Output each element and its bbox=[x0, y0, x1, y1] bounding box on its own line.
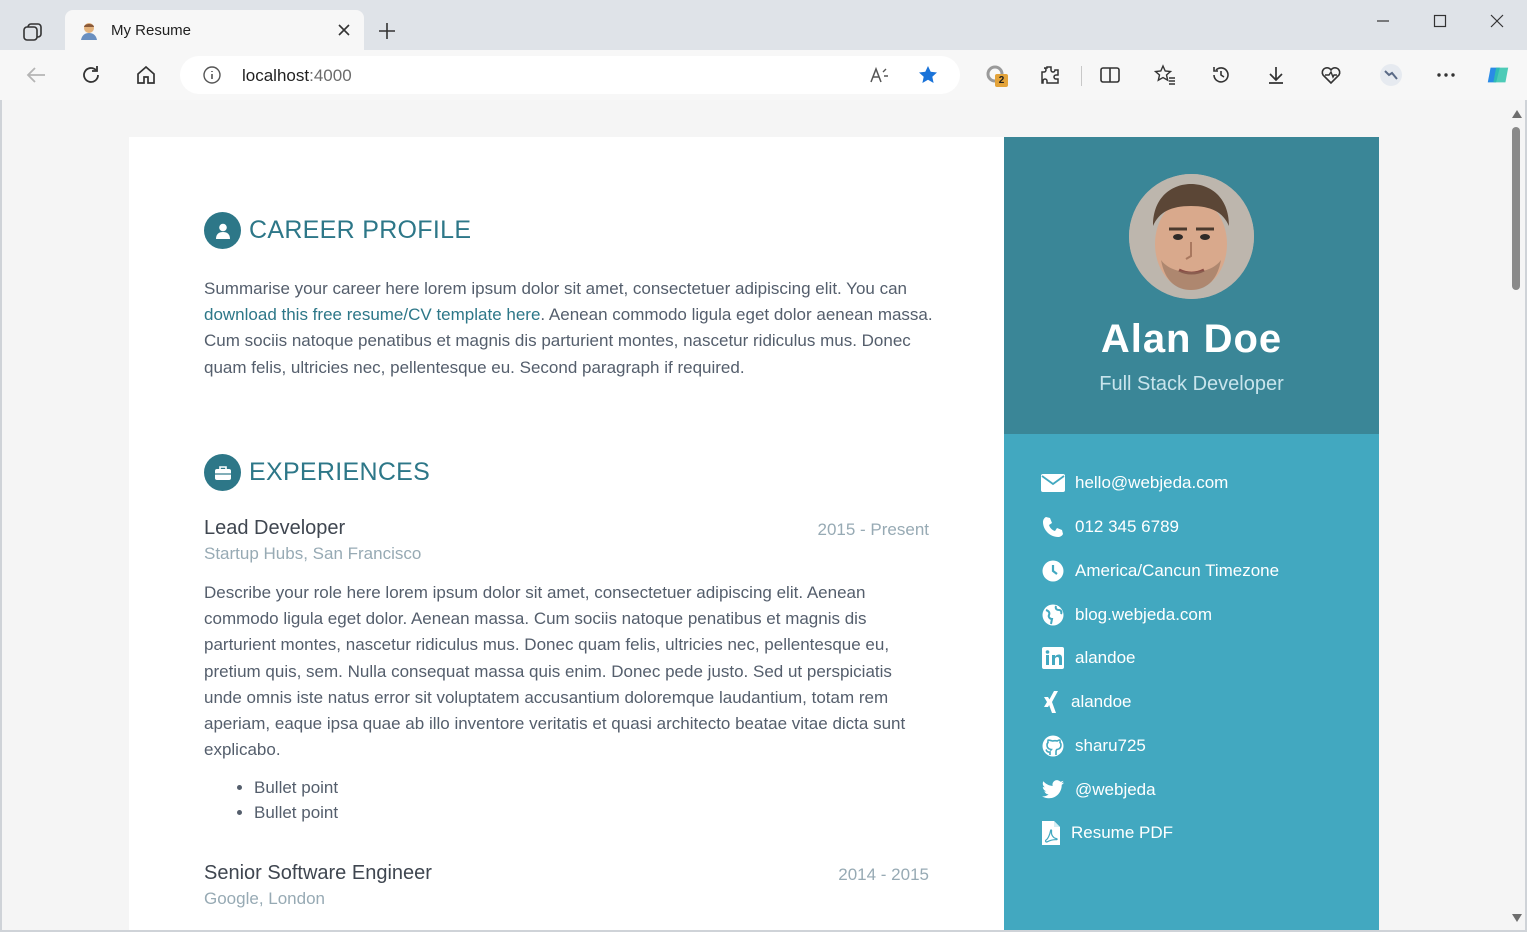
twitter-icon bbox=[1041, 778, 1065, 802]
downloads-icon[interactable] bbox=[1263, 62, 1289, 88]
section-title: EXPERIENCES bbox=[249, 458, 431, 486]
contact-linkedin[interactable]: alandoe bbox=[1041, 646, 1136, 670]
contact-github[interactable]: sharu725 bbox=[1041, 734, 1146, 758]
job-title: Senior Software Engineer bbox=[204, 862, 432, 884]
vertical-scrollbar[interactable] bbox=[1507, 100, 1525, 930]
contact-phone[interactable]: 012 345 6789 bbox=[1041, 515, 1179, 539]
address-bar[interactable]: localhost:4000 bbox=[180, 56, 960, 94]
tab-strip: My Resume bbox=[0, 0, 1527, 51]
avatar bbox=[1129, 174, 1254, 299]
contact-email[interactable]: hello@webjeda.com bbox=[1041, 471, 1228, 495]
section-title: CAREER PROFILE bbox=[249, 216, 472, 244]
sidebar: Alan Doe Full Stack Developer hello@webj… bbox=[1004, 137, 1379, 930]
performance-heart-icon[interactable] bbox=[1318, 62, 1344, 88]
read-aloud-icon[interactable] bbox=[868, 64, 890, 86]
contact-xing[interactable]: alandoe bbox=[1041, 690, 1132, 714]
profile-name: Alan Doe bbox=[1100, 317, 1283, 361]
extensions-icon[interactable] bbox=[1037, 62, 1063, 88]
copilot-icon[interactable] bbox=[1485, 62, 1511, 88]
address-text[interactable]: localhost:4000 bbox=[242, 66, 352, 86]
experiences-heading: EXPERIENCES bbox=[204, 454, 430, 491]
new-tab-icon[interactable] bbox=[374, 18, 400, 44]
phone-icon bbox=[1041, 515, 1065, 539]
list-item: Bullet point bbox=[254, 800, 338, 825]
extension-badge: 2 bbox=[995, 74, 1008, 87]
page-viewport: CAREER PROFILE Summarise your career her… bbox=[2, 100, 1525, 930]
scroll-thumb[interactable] bbox=[1512, 127, 1520, 290]
favorites-icon[interactable] bbox=[1152, 62, 1178, 88]
globe-icon bbox=[1041, 603, 1065, 627]
home-icon[interactable] bbox=[133, 62, 159, 88]
extension-shield-icon[interactable]: 2 bbox=[983, 62, 1009, 88]
scroll-up-arrow-icon[interactable] bbox=[1512, 110, 1522, 118]
browser-toolbar: localhost:4000 2 bbox=[0, 50, 1527, 100]
profile-avatar-icon[interactable] bbox=[1378, 62, 1404, 88]
active-tab[interactable]: My Resume bbox=[65, 10, 364, 51]
job-time: 2014 - 2015 bbox=[838, 865, 929, 884]
user-icon bbox=[204, 212, 241, 249]
close-window-icon[interactable] bbox=[1484, 8, 1510, 34]
briefcase-icon bbox=[204, 454, 241, 491]
pdf-icon bbox=[1041, 821, 1061, 845]
profile-header: Alan Doe Full Stack Developer bbox=[1004, 137, 1379, 434]
career-profile-heading: CAREER PROFILE bbox=[204, 212, 471, 249]
linkedin-icon bbox=[1041, 646, 1065, 670]
envelope-icon bbox=[1041, 471, 1065, 495]
split-screen-icon[interactable] bbox=[1097, 62, 1123, 88]
job-company: Google, London bbox=[204, 889, 325, 908]
tab-close-icon[interactable] bbox=[334, 20, 354, 40]
contact-timezone[interactable]: America/Cancun Timezone bbox=[1041, 559, 1279, 583]
back-arrow-icon[interactable] bbox=[23, 62, 49, 88]
avatar-favicon-icon bbox=[79, 21, 99, 41]
site-info-icon[interactable] bbox=[202, 65, 222, 85]
job-title: Lead Developer bbox=[204, 517, 346, 539]
clock-icon bbox=[1041, 559, 1065, 583]
contact-website[interactable]: blog.webjeda.com bbox=[1041, 603, 1212, 627]
download-template-link[interactable]: download this free resume/CV template he… bbox=[204, 305, 540, 324]
profile-tagline: Full Stack Developer bbox=[1099, 373, 1284, 395]
career-summary: Summarise your career here lorem ipsum d… bbox=[204, 279, 933, 377]
github-icon bbox=[1041, 734, 1065, 758]
job-company: Startup Hubs, San Francisco bbox=[204, 544, 422, 563]
minimize-icon[interactable] bbox=[1370, 8, 1396, 34]
job-bullets: Bullet point Bullet point bbox=[254, 775, 338, 825]
main-column: CAREER PROFILE Summarise your career her… bbox=[129, 137, 1004, 930]
maximize-icon[interactable] bbox=[1427, 8, 1453, 34]
job-time: 2015 - Present bbox=[817, 520, 929, 539]
resume-page: CAREER PROFILE Summarise your career her… bbox=[129, 137, 1379, 930]
job-description: Describe your role here lorem ipsum dolo… bbox=[204, 583, 906, 760]
tab-title: My Resume bbox=[111, 22, 192, 39]
toolbar-separator bbox=[1081, 66, 1082, 86]
favorite-star-icon[interactable] bbox=[917, 64, 939, 86]
tab-actions-icon[interactable] bbox=[14, 17, 52, 47]
scroll-down-arrow-icon[interactable] bbox=[1512, 914, 1522, 922]
more-menu-icon[interactable] bbox=[1433, 62, 1459, 88]
contact-twitter[interactable]: @webjeda bbox=[1041, 778, 1156, 802]
contact-resume-pdf[interactable]: Resume PDF bbox=[1041, 821, 1173, 845]
list-item: Bullet point bbox=[254, 775, 338, 800]
xing-icon bbox=[1041, 690, 1061, 714]
history-icon[interactable] bbox=[1208, 62, 1234, 88]
refresh-icon[interactable] bbox=[78, 62, 104, 88]
